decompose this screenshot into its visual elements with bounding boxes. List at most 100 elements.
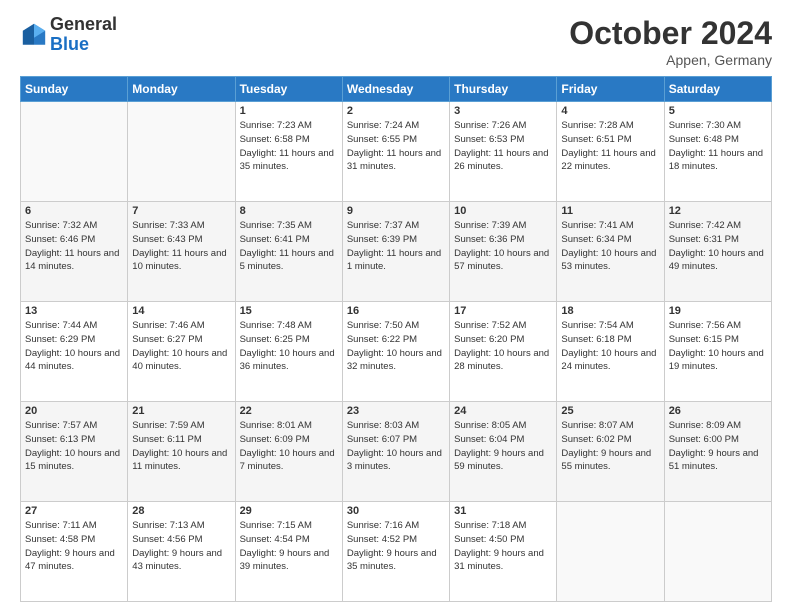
- day-number: 9: [347, 205, 445, 217]
- logo-text: General Blue: [50, 15, 117, 55]
- day-number: 1: [240, 105, 338, 117]
- day-number: 6: [25, 205, 123, 217]
- day-detail: Sunrise: 7:15 AMSunset: 4:54 PMDaylight:…: [240, 519, 338, 574]
- calendar-cell: 2 Sunrise: 7:24 AMSunset: 6:55 PMDayligh…: [342, 102, 449, 202]
- day-number: 30: [347, 505, 445, 517]
- day-number: 31: [454, 505, 552, 517]
- day-detail: Sunrise: 7:35 AMSunset: 6:41 PMDaylight:…: [240, 219, 338, 274]
- day-detail: Sunrise: 7:54 AMSunset: 6:18 PMDaylight:…: [561, 319, 659, 374]
- calendar-cell: 29 Sunrise: 7:15 AMSunset: 4:54 PMDaylig…: [235, 502, 342, 602]
- day-number: 23: [347, 405, 445, 417]
- calendar-cell: 6 Sunrise: 7:32 AMSunset: 6:46 PMDayligh…: [21, 202, 128, 302]
- day-detail: Sunrise: 7:44 AMSunset: 6:29 PMDaylight:…: [25, 319, 123, 374]
- weekday-header: Friday: [557, 77, 664, 102]
- day-number: 22: [240, 405, 338, 417]
- weekday-header: Monday: [128, 77, 235, 102]
- day-detail: Sunrise: 7:39 AMSunset: 6:36 PMDaylight:…: [454, 219, 552, 274]
- month-title: October 2024: [569, 15, 772, 52]
- calendar-page: General Blue October 2024 Appen, Germany…: [0, 0, 792, 612]
- day-detail: Sunrise: 7:28 AMSunset: 6:51 PMDaylight:…: [561, 119, 659, 174]
- day-detail: Sunrise: 7:26 AMSunset: 6:53 PMDaylight:…: [454, 119, 552, 174]
- weekday-header: Sunday: [21, 77, 128, 102]
- day-number: 14: [132, 305, 230, 317]
- day-detail: Sunrise: 7:46 AMSunset: 6:27 PMDaylight:…: [132, 319, 230, 374]
- day-detail: Sunrise: 7:18 AMSunset: 4:50 PMDaylight:…: [454, 519, 552, 574]
- day-number: 16: [347, 305, 445, 317]
- calendar-cell: 8 Sunrise: 7:35 AMSunset: 6:41 PMDayligh…: [235, 202, 342, 302]
- calendar-cell: 12 Sunrise: 7:42 AMSunset: 6:31 PMDaylig…: [664, 202, 771, 302]
- day-number: 11: [561, 205, 659, 217]
- day-number: 25: [561, 405, 659, 417]
- calendar-cell: 13 Sunrise: 7:44 AMSunset: 6:29 PMDaylig…: [21, 302, 128, 402]
- calendar-cell: 30 Sunrise: 7:16 AMSunset: 4:52 PMDaylig…: [342, 502, 449, 602]
- calendar-cell: 15 Sunrise: 7:48 AMSunset: 6:25 PMDaylig…: [235, 302, 342, 402]
- day-number: 17: [454, 305, 552, 317]
- day-detail: Sunrise: 7:11 AMSunset: 4:58 PMDaylight:…: [25, 519, 123, 574]
- logo-icon: [20, 21, 48, 49]
- day-number: 10: [454, 205, 552, 217]
- day-number: 13: [25, 305, 123, 317]
- calendar-cell: 27 Sunrise: 7:11 AMSunset: 4:58 PMDaylig…: [21, 502, 128, 602]
- day-detail: Sunrise: 7:13 AMSunset: 4:56 PMDaylight:…: [132, 519, 230, 574]
- calendar-table: SundayMondayTuesdayWednesdayThursdayFrid…: [20, 76, 772, 602]
- day-detail: Sunrise: 7:48 AMSunset: 6:25 PMDaylight:…: [240, 319, 338, 374]
- calendar-week-row: 1 Sunrise: 7:23 AMSunset: 6:58 PMDayligh…: [21, 102, 772, 202]
- day-detail: Sunrise: 7:30 AMSunset: 6:48 PMDaylight:…: [669, 119, 767, 174]
- calendar-cell: 22 Sunrise: 8:01 AMSunset: 6:09 PMDaylig…: [235, 402, 342, 502]
- calendar-cell: 11 Sunrise: 7:41 AMSunset: 6:34 PMDaylig…: [557, 202, 664, 302]
- day-detail: Sunrise: 7:56 AMSunset: 6:15 PMDaylight:…: [669, 319, 767, 374]
- day-detail: Sunrise: 7:57 AMSunset: 6:13 PMDaylight:…: [25, 419, 123, 474]
- weekday-header: Tuesday: [235, 77, 342, 102]
- calendar-cell: [664, 502, 771, 602]
- calendar-cell: 18 Sunrise: 7:54 AMSunset: 6:18 PMDaylig…: [557, 302, 664, 402]
- day-number: 2: [347, 105, 445, 117]
- day-detail: Sunrise: 7:52 AMSunset: 6:20 PMDaylight:…: [454, 319, 552, 374]
- day-detail: Sunrise: 8:01 AMSunset: 6:09 PMDaylight:…: [240, 419, 338, 474]
- day-number: 27: [25, 505, 123, 517]
- calendar-week-row: 13 Sunrise: 7:44 AMSunset: 6:29 PMDaylig…: [21, 302, 772, 402]
- calendar-cell: 24 Sunrise: 8:05 AMSunset: 6:04 PMDaylig…: [450, 402, 557, 502]
- day-number: 24: [454, 405, 552, 417]
- day-detail: Sunrise: 7:16 AMSunset: 4:52 PMDaylight:…: [347, 519, 445, 574]
- day-detail: Sunrise: 7:42 AMSunset: 6:31 PMDaylight:…: [669, 219, 767, 274]
- calendar-cell: 9 Sunrise: 7:37 AMSunset: 6:39 PMDayligh…: [342, 202, 449, 302]
- calendar-cell: [21, 102, 128, 202]
- day-detail: Sunrise: 7:50 AMSunset: 6:22 PMDaylight:…: [347, 319, 445, 374]
- calendar-cell: 17 Sunrise: 7:52 AMSunset: 6:20 PMDaylig…: [450, 302, 557, 402]
- day-detail: Sunrise: 7:23 AMSunset: 6:58 PMDaylight:…: [240, 119, 338, 174]
- day-number: 12: [669, 205, 767, 217]
- day-detail: Sunrise: 8:03 AMSunset: 6:07 PMDaylight:…: [347, 419, 445, 474]
- weekday-header-row: SundayMondayTuesdayWednesdayThursdayFrid…: [21, 77, 772, 102]
- day-number: 5: [669, 105, 767, 117]
- calendar-cell: 14 Sunrise: 7:46 AMSunset: 6:27 PMDaylig…: [128, 302, 235, 402]
- day-number: 21: [132, 405, 230, 417]
- day-number: 20: [25, 405, 123, 417]
- day-detail: Sunrise: 7:41 AMSunset: 6:34 PMDaylight:…: [561, 219, 659, 274]
- day-number: 29: [240, 505, 338, 517]
- calendar-cell: 19 Sunrise: 7:56 AMSunset: 6:15 PMDaylig…: [664, 302, 771, 402]
- calendar-cell: 23 Sunrise: 8:03 AMSunset: 6:07 PMDaylig…: [342, 402, 449, 502]
- weekday-header: Wednesday: [342, 77, 449, 102]
- day-detail: Sunrise: 7:59 AMSunset: 6:11 PMDaylight:…: [132, 419, 230, 474]
- calendar-cell: 21 Sunrise: 7:59 AMSunset: 6:11 PMDaylig…: [128, 402, 235, 502]
- calendar-cell: 10 Sunrise: 7:39 AMSunset: 6:36 PMDaylig…: [450, 202, 557, 302]
- title-area: October 2024 Appen, Germany: [569, 15, 772, 68]
- calendar-cell: 7 Sunrise: 7:33 AMSunset: 6:43 PMDayligh…: [128, 202, 235, 302]
- calendar-cell: 4 Sunrise: 7:28 AMSunset: 6:51 PMDayligh…: [557, 102, 664, 202]
- calendar-week-row: 27 Sunrise: 7:11 AMSunset: 4:58 PMDaylig…: [21, 502, 772, 602]
- day-number: 4: [561, 105, 659, 117]
- day-number: 3: [454, 105, 552, 117]
- calendar-cell: 1 Sunrise: 7:23 AMSunset: 6:58 PMDayligh…: [235, 102, 342, 202]
- day-detail: Sunrise: 7:33 AMSunset: 6:43 PMDaylight:…: [132, 219, 230, 274]
- calendar-cell: 26 Sunrise: 8:09 AMSunset: 6:00 PMDaylig…: [664, 402, 771, 502]
- day-number: 26: [669, 405, 767, 417]
- day-detail: Sunrise: 7:24 AMSunset: 6:55 PMDaylight:…: [347, 119, 445, 174]
- header: General Blue October 2024 Appen, Germany: [20, 15, 772, 68]
- day-number: 8: [240, 205, 338, 217]
- calendar-week-row: 20 Sunrise: 7:57 AMSunset: 6:13 PMDaylig…: [21, 402, 772, 502]
- calendar-cell: 3 Sunrise: 7:26 AMSunset: 6:53 PMDayligh…: [450, 102, 557, 202]
- day-detail: Sunrise: 8:09 AMSunset: 6:00 PMDaylight:…: [669, 419, 767, 474]
- calendar-week-row: 6 Sunrise: 7:32 AMSunset: 6:46 PMDayligh…: [21, 202, 772, 302]
- location: Appen, Germany: [569, 52, 772, 68]
- logo-blue-text: Blue: [50, 35, 117, 55]
